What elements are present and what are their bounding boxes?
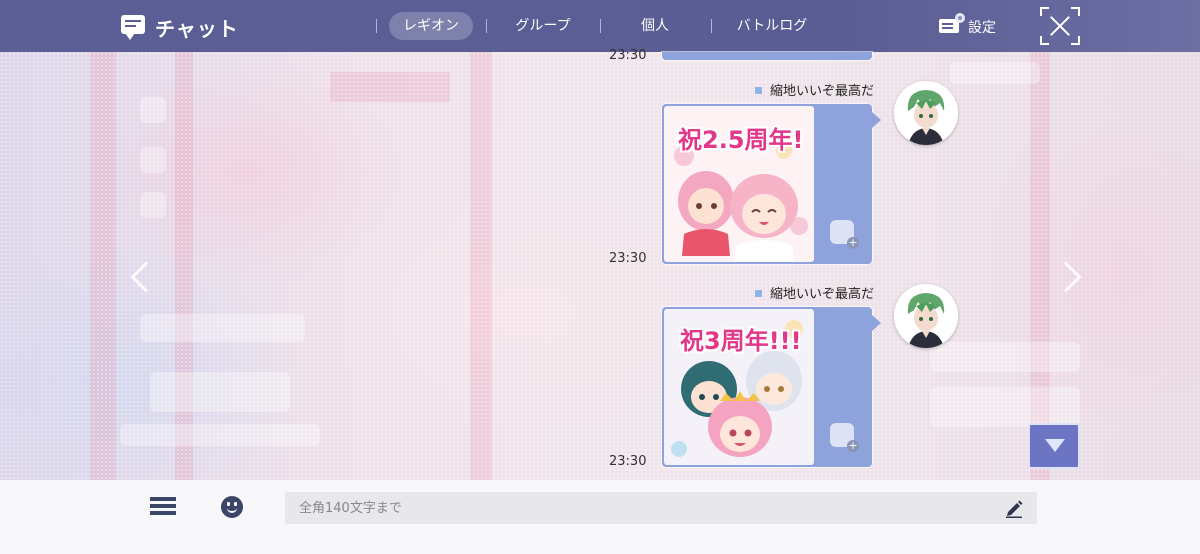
emoji-icon[interactable] — [221, 496, 243, 518]
header-bar: チャット レギオン グループ 個人 バトルログ 設定 — [0, 0, 1200, 52]
page-title: チャット — [155, 17, 239, 41]
chat-icon — [121, 15, 145, 40]
message-bubble — [662, 52, 872, 60]
list-icon[interactable] — [150, 497, 178, 517]
message-time: 23:30 — [609, 454, 647, 469]
tab-battle-log[interactable]: バトルログ — [722, 12, 822, 40]
stamp-add-icon[interactable] — [830, 423, 859, 452]
message-time: 23:30 — [609, 48, 647, 63]
settings-label: 設定 — [968, 20, 996, 36]
settings-icon — [939, 13, 965, 33]
stamp-text: 祝2.5周年! — [678, 126, 804, 154]
scroll-down-button[interactable] — [1028, 423, 1080, 469]
message-input[interactable] — [285, 492, 1037, 524]
close-button[interactable] — [1040, 7, 1080, 45]
avatar-image — [894, 284, 958, 348]
stamp-text: 祝3周年!!! — [680, 327, 802, 355]
avatar[interactable] — [894, 284, 958, 348]
avatar-image — [894, 81, 958, 145]
message-bubble: 祝3周年!!! — [662, 307, 881, 467]
blurred-game-background — [0, 52, 1200, 480]
stamp-add-icon[interactable] — [830, 220, 859, 249]
avatar[interactable] — [894, 81, 958, 145]
tab-group[interactable]: グループ — [500, 12, 586, 40]
tab-separator — [376, 19, 377, 33]
tab-separator — [711, 19, 712, 33]
pen-icon[interactable] — [1004, 498, 1024, 518]
tab-legion[interactable]: レギオン — [389, 12, 473, 40]
input-bar — [0, 480, 1200, 554]
message-sender: 縮地いいぞ最高だ — [755, 80, 874, 99]
message-sender: 縮地いいぞ最高だ — [755, 283, 874, 302]
message-bubble: 祝2.5周年! — [662, 104, 881, 264]
tab-separator — [600, 19, 601, 33]
message-time: 23:30 — [609, 251, 647, 266]
tab-separator — [486, 19, 487, 33]
tab-personal[interactable]: 個人 — [620, 12, 690, 40]
